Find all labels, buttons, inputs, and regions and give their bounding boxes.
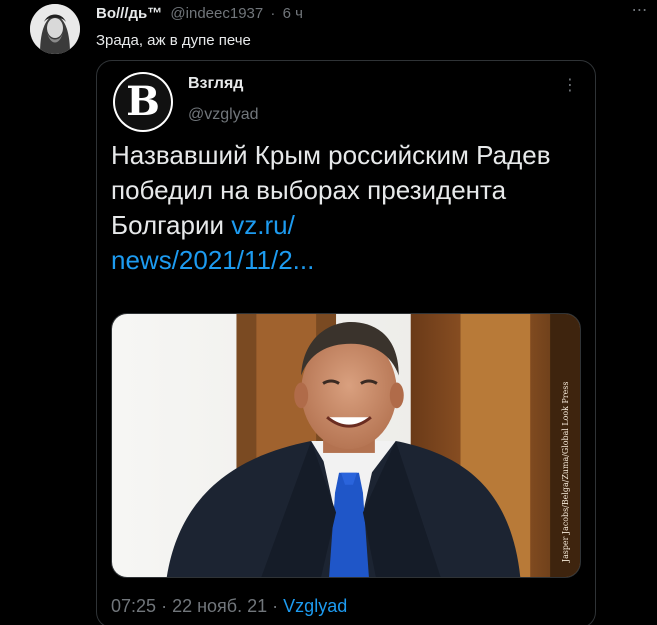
footer-separator-1: · xyxy=(161,596,168,616)
tweet-time[interactable]: 6 ч xyxy=(283,5,303,22)
article-link-part1[interactable]: vz.ru/ xyxy=(231,210,295,240)
quoted-date[interactable]: 22 нояб. 21 xyxy=(172,596,267,616)
author-avatar[interactable] xyxy=(30,4,80,54)
quoted-author-name[interactable]: Взгляд xyxy=(188,75,243,93)
tweet-header: Во///дь™ @indeec1937 · 6 ч xyxy=(96,5,303,23)
logo-letter: В xyxy=(126,78,160,125)
more-horizontal-icon[interactable]: ⋯ xyxy=(629,2,651,24)
quoted-text-body: Назвавший Крым российским Радев победил … xyxy=(111,140,551,240)
avatar-portrait-image xyxy=(30,4,80,54)
photo-credit: Jasper Jacobs/Belga/Zuma/Global Look Pre… xyxy=(561,382,570,564)
tweet-text: Зрада, аж в дупе пече xyxy=(96,32,251,49)
header-separator: · xyxy=(270,5,276,22)
quoted-tweet-footer: 07:25 · 22 нояб. 21 · Vzglyad xyxy=(111,595,347,617)
more-vertical-icon[interactable]: ⋮ xyxy=(560,77,580,97)
quoted-photo[interactable]: Jasper Jacobs/Belga/Zuma/Global Look Pre… xyxy=(111,313,581,578)
author-name[interactable]: Во///дь™ xyxy=(96,5,162,22)
quoted-author-avatar[interactable]: В xyxy=(113,72,173,132)
article-link-part2[interactable]: news/2021/11/2... xyxy=(111,245,314,275)
man-portrait-photo: Jasper Jacobs/Belga/Zuma/Global Look Pre… xyxy=(112,314,580,577)
quoted-tweet-text: Назвавший Крым российским Радев победил … xyxy=(111,138,571,278)
quoted-author-handle[interactable]: @vzglyad xyxy=(188,106,259,124)
vzglyad-logo-icon: В xyxy=(115,74,171,130)
quoted-time[interactable]: 07:25 xyxy=(111,596,156,616)
source-link[interactable]: Vzglyad xyxy=(283,596,347,616)
author-handle[interactable]: @indeec1937 xyxy=(170,5,263,22)
footer-separator-2: · xyxy=(272,596,279,616)
quoted-tweet-card[interactable]: В Взгляд @vzglyad ⋮ Назвавший Крым росси… xyxy=(96,60,596,625)
